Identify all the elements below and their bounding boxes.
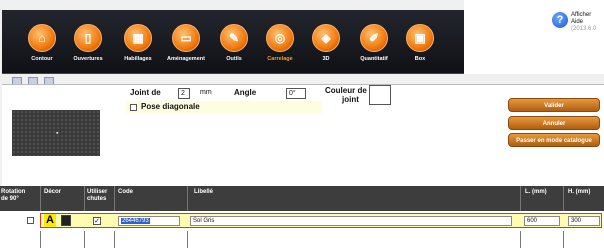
carrelage-label: Carrelage: [267, 56, 293, 62]
annuler-button[interactable]: Annuler: [508, 116, 600, 130]
outils-button[interactable]: ✎ Outils: [212, 16, 256, 62]
wall-covering-icon: ▦: [124, 24, 152, 52]
action-panel: Valider Annuler Passer en mode catalogue: [464, 84, 604, 192]
quantitatif-button[interactable]: ✐ Quantitatif: [352, 16, 396, 62]
joint-color-label: joint: [342, 95, 359, 104]
header-utiliser-chutes: Utiliser chutes: [87, 189, 108, 202]
preview-marker: ▪: [56, 130, 59, 137]
habillages-button[interactable]: ▦ Habillages: [116, 16, 160, 62]
header-height: H. (mm): [568, 189, 591, 195]
libelle-field[interactable]: Sol Gris: [190, 216, 512, 226]
3d-icon: ◈: [312, 24, 340, 52]
tile-preview: ▪: [12, 110, 100, 156]
pose-diagonale-label: Pose diagonale: [141, 102, 200, 111]
rotation-checkbox[interactable]: [27, 217, 34, 224]
header-libelle: Libellé: [194, 189, 214, 195]
box-icon: ▣: [406, 24, 434, 52]
angle-label: Angle: [234, 88, 257, 97]
utiliser-chutes-checkbox[interactable]: ✓: [93, 217, 101, 225]
outils-label: Outils: [226, 56, 242, 62]
habillages-label: Habillages: [124, 56, 152, 62]
help-icon[interactable]: ?: [552, 12, 568, 28]
joint-width-input[interactable]: 2: [178, 88, 190, 99]
ouvertures-label: Ouvertures: [73, 56, 103, 62]
amenagement-button[interactable]: ▭ Aménagement: [164, 16, 208, 62]
angle-input[interactable]: 0°: [286, 88, 306, 99]
code-value: 26446793: [121, 218, 150, 224]
contour-button[interactable]: ⌂ Contour: [20, 16, 64, 62]
tile-settings-form: ▪ Joint de 2 mm Angle 0° Couleur de join…: [2, 84, 464, 192]
joint-label: Joint de: [130, 88, 161, 97]
3d-button[interactable]: ◈ 3D: [304, 16, 348, 62]
3d-label: 3D: [322, 56, 330, 62]
code-field[interactable]: 26446793: [118, 216, 180, 226]
contour-icon: ⌂: [28, 24, 56, 52]
version-label: (2013.6.0: [571, 26, 597, 32]
quantitatif-label: Quantitatif: [360, 56, 388, 62]
quantity-icon: ✐: [360, 24, 388, 52]
header-length: L. (mm): [525, 189, 547, 195]
door-icon: ▯: [74, 24, 102, 52]
decor-swatch[interactable]: [61, 215, 71, 226]
height-field[interactable]: 300: [568, 216, 600, 226]
decor-letter-badge: A: [44, 214, 56, 227]
box-label: Box: [414, 56, 426, 62]
joint-unit: mm: [200, 89, 212, 96]
tools-icon: ✎: [220, 24, 248, 52]
header-rotation: Rotation de 90°: [1, 189, 26, 202]
right-header: ? Afficher Aide (2013.6.0: [464, 0, 604, 74]
header-code: Code: [118, 189, 133, 195]
main-toolbar: ⌂ Contour ▯ Ouvertures ▦ Habillages ▭ Am…: [2, 10, 464, 74]
tiles-table: Rotation de 90° Décor Utiliser chutes Code…: [0, 186, 604, 248]
valider-button[interactable]: Valider: [508, 98, 600, 112]
help-button-label[interactable]: Afficher Aide: [571, 12, 591, 26]
catalogue-mode-button[interactable]: Passer en mode catalogue: [508, 133, 600, 147]
header-decor: Décor: [44, 189, 62, 195]
couleur-label: Couleur de: [325, 86, 367, 95]
furniture-icon: ▭: [172, 24, 200, 52]
carrelage-button[interactable]: ◎ Carrelage: [258, 16, 302, 62]
length-field[interactable]: 600: [524, 216, 560, 226]
amenagement-label: Aménagement: [167, 56, 205, 62]
contour-label: Contour: [31, 56, 53, 62]
joint-color-picker[interactable]: [369, 85, 391, 105]
ouvertures-button[interactable]: ▯ Ouvertures: [66, 16, 110, 62]
table-header: Rotation de 90° Décor Utiliser chutes Code…: [0, 186, 604, 211]
tiling-icon: ◎: [266, 24, 294, 52]
help-label-line2: Aide: [571, 19, 584, 25]
box-button[interactable]: ▣ Box: [398, 16, 442, 62]
pose-diagonale-checkbox[interactable]: [130, 104, 137, 111]
help-label-line1: Afficher: [571, 12, 592, 18]
